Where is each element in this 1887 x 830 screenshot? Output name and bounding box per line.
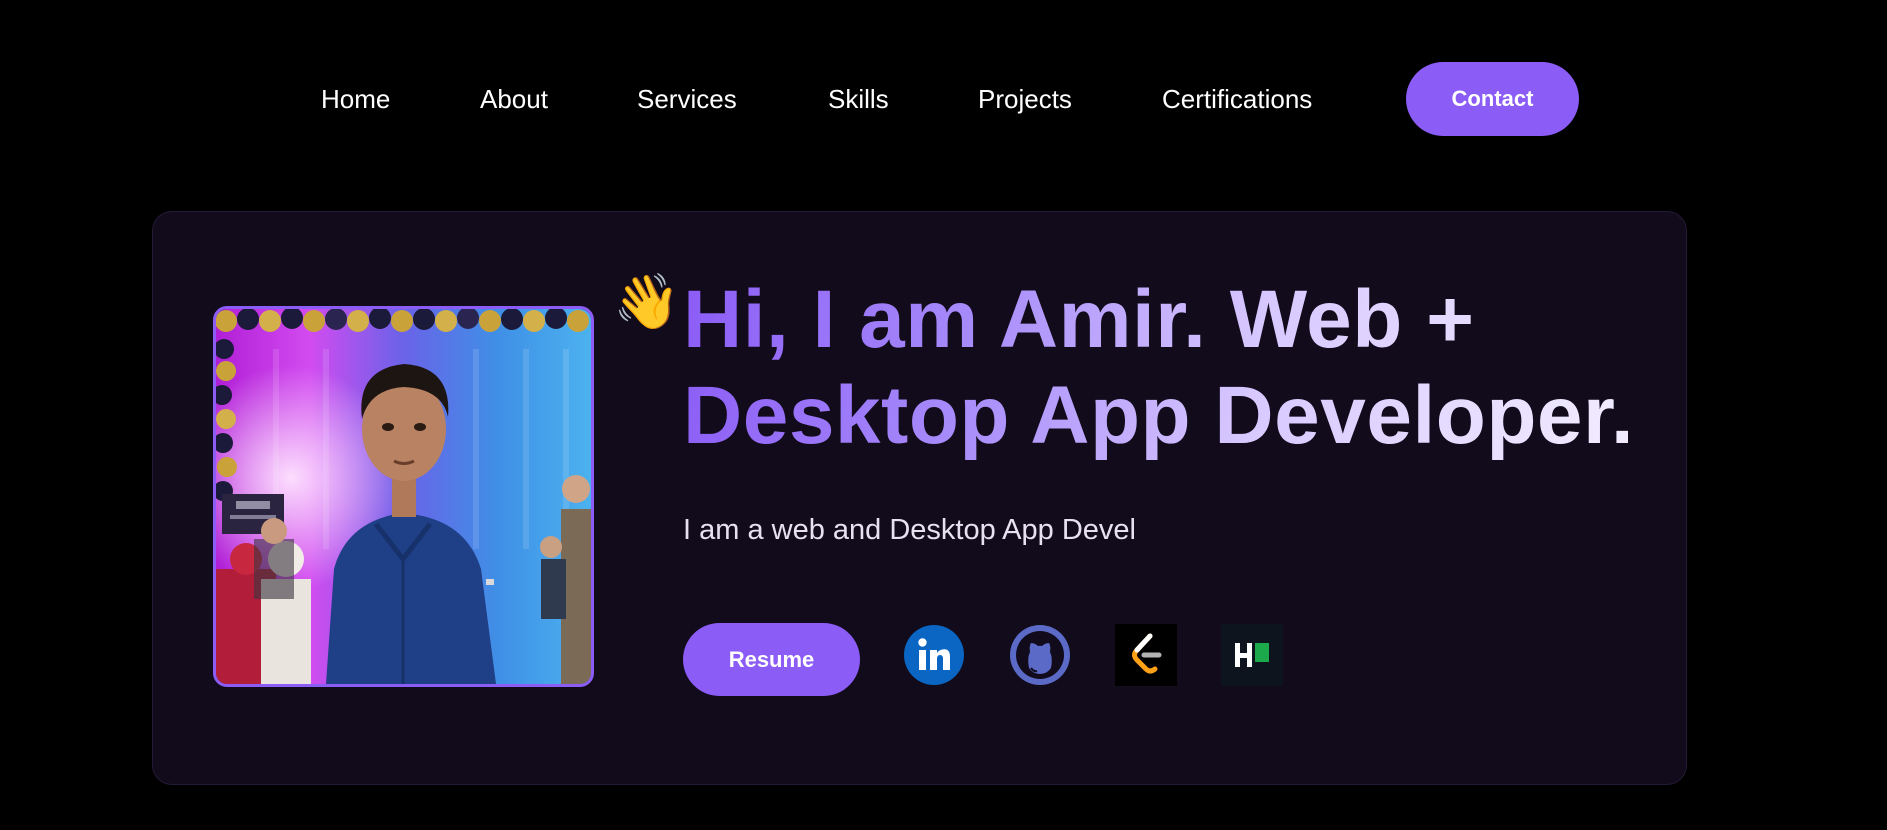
- github-icon: [1010, 625, 1070, 685]
- linkedin-link[interactable]: [903, 624, 965, 686]
- hackerrank-link[interactable]: [1221, 624, 1283, 686]
- hero-tagline: I am a web and Desktop App Devel: [683, 514, 1136, 546]
- headline-line-1: Hi, I am Amir. Web +: [683, 274, 1475, 365]
- linkedin-icon: [904, 625, 964, 685]
- leetcode-link[interactable]: [1115, 624, 1177, 686]
- nav-certifications-link[interactable]: Certifications: [1162, 84, 1312, 114]
- github-link[interactable]: [1009, 624, 1071, 686]
- leetcode-icon: [1115, 624, 1177, 686]
- nav-projects-link[interactable]: Projects: [978, 84, 1072, 114]
- headline-line-2: Desktop App Developer.: [683, 370, 1635, 461]
- top-nav: Home About Services Skills Projects Cert…: [0, 62, 1887, 136]
- profile-photo: [213, 306, 594, 687]
- hero-card: 👋 Hi, I am Amir. Web + Desktop App Devel…: [152, 211, 1687, 785]
- wave-emoji: 👋: [613, 272, 681, 332]
- resume-button[interactable]: Resume: [683, 623, 860, 696]
- contact-button[interactable]: Contact: [1406, 62, 1579, 136]
- hero-headline: Hi, I am Amir. Web + Desktop App Develop…: [683, 272, 1643, 464]
- hackerrank-icon: [1221, 624, 1283, 686]
- page: Home About Services Skills Projects Cert…: [0, 0, 1887, 830]
- nav-home-link[interactable]: Home: [321, 84, 390, 114]
- nav-about-link[interactable]: About: [480, 84, 548, 114]
- nav-services-link[interactable]: Services: [637, 84, 737, 114]
- nav-skills-link[interactable]: Skills: [828, 84, 889, 114]
